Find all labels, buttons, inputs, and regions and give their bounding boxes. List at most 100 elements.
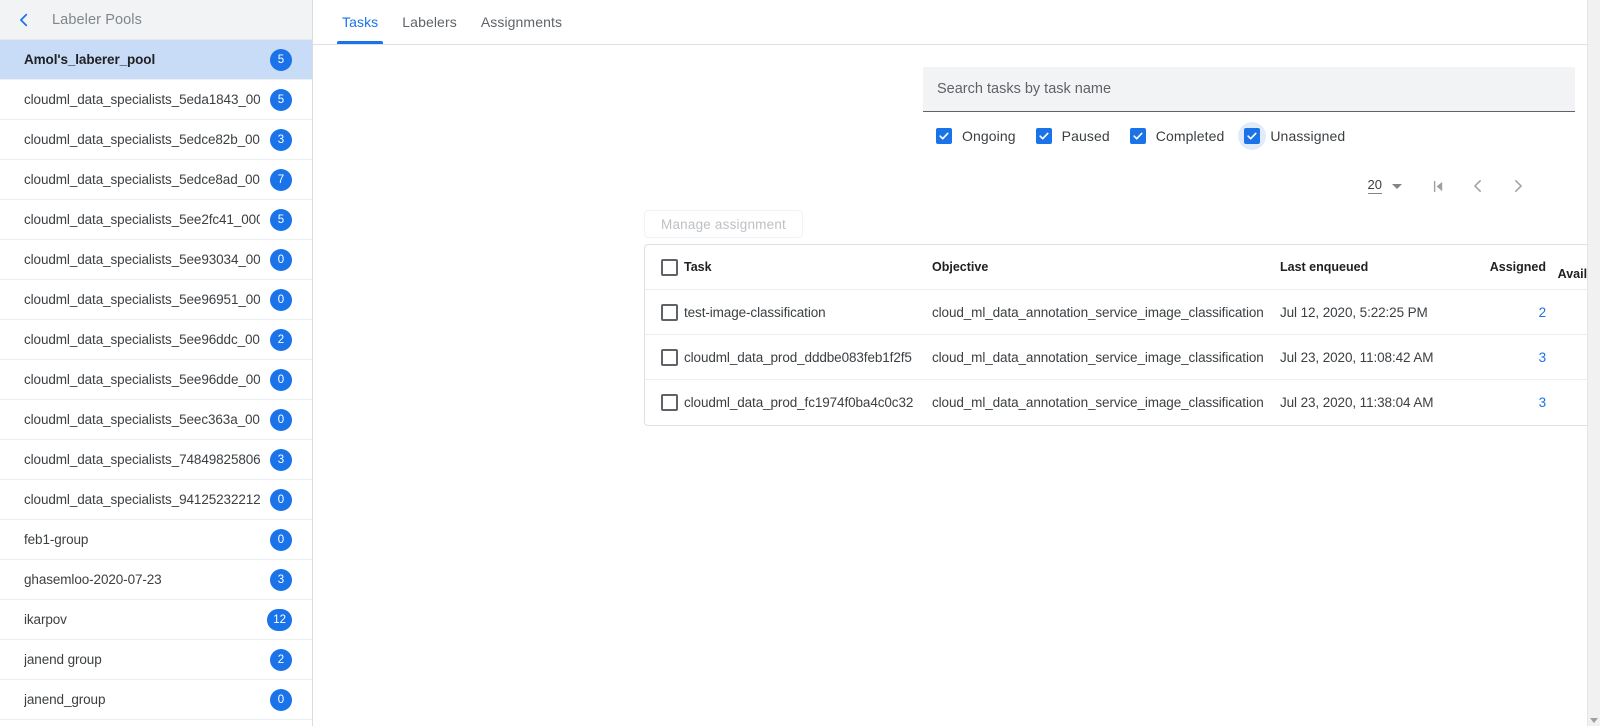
column-header-task[interactable]: Task [684,260,932,275]
sidebar-item-13[interactable]: ghasemloo-2020-07-233 [0,560,312,600]
sidebar-item-label: janend group [24,652,260,667]
sidebar-item-count-badge: 7 [270,169,292,191]
column-header-objective[interactable]: Objective [932,260,1280,275]
sidebar-item-8[interactable]: cloudml_data_specialists_5ee96dde_000...… [0,360,312,400]
page-size-selector[interactable]: 20 [1368,178,1402,194]
sidebar-item-label: ikarpov [24,612,257,627]
checkmark-icon[interactable] [1244,128,1260,144]
tab-label: Labelers [402,14,457,30]
sidebar-item-label: janend_group [24,692,260,707]
column-header-last-enqueued[interactable]: Last enqueued [1280,260,1466,275]
sidebar-item-9[interactable]: cloudml_data_specialists_5eec363a_000...… [0,400,312,440]
sidebar-item-count-badge: 0 [270,409,292,431]
sidebar-item-count-badge: 5 [270,209,292,231]
row-checkbox[interactable] [661,394,678,411]
page-size-value: 20 [1368,178,1382,194]
tasks-table: Task Objective Last enqueued Assigned Qu… [644,244,1600,426]
filter-label: Ongoing [962,128,1016,144]
table-header-row: Task Objective Last enqueued Assigned Qu… [645,245,1600,290]
sidebar-item-4[interactable]: cloudml_data_specialists_5ee2fc41_0000..… [0,200,312,240]
tab-tasks[interactable]: Tasks [330,0,390,44]
sidebar-item-6[interactable]: cloudml_data_specialists_5ee96951_000...… [0,280,312,320]
prev-page-icon[interactable] [1458,172,1498,200]
cell-last-enqueued: Jul 12, 2020, 5:22:25 PM [1280,305,1466,320]
labeler-pool-list[interactable]: Amol's_laberer_pool5cloudml_data_special… [0,40,312,726]
sidebar-item-5[interactable]: cloudml_data_specialists_5ee93034_000...… [0,240,312,280]
sidebar-item-11[interactable]: cloudml_data_specialists_941252322120...… [0,480,312,520]
filter-label: Paused [1062,128,1110,144]
table-row[interactable]: cloudml_data_prod_dddbe083feb1f2f5cloud_… [645,335,1600,380]
tab-labelers[interactable]: Labelers [390,0,469,44]
sidebar-header: Labeler Pools [0,0,312,40]
sidebar: Labeler Pools Amol's_laberer_pool5cloudm… [0,0,313,726]
cell-objective: cloud_ml_data_annotation_service_image_c… [932,350,1280,365]
filter-label: Completed [1156,128,1225,144]
cell-task: cloudml_data_prod_dddbe083feb1f2f5 [684,350,932,365]
cell-assigned-link[interactable]: 3 [1466,395,1546,410]
tab-label: Tasks [342,14,378,30]
sidebar-item-1[interactable]: cloudml_data_specialists_5eda1843_000...… [0,80,312,120]
column-header-assigned[interactable]: Assigned [1466,260,1546,275]
filter-checkbox-hit[interactable] [1124,122,1152,150]
scroll-down-icon[interactable] [1590,718,1598,723]
cell-objective: cloud_ml_data_annotation_service_image_c… [932,305,1280,320]
sidebar-item-2[interactable]: cloudml_data_specialists_5edce82b_000...… [0,120,312,160]
filter-checkbox-hit[interactable] [930,122,958,150]
sidebar-item-count-badge: 5 [270,89,292,111]
table-row[interactable]: cloudml_data_prod_fc1974f0ba4c0c32cloud_… [645,380,1600,425]
checkmark-icon[interactable] [1036,128,1052,144]
sidebar-item-count-badge: 2 [270,649,292,671]
filter-checkbox-hit[interactable] [1238,122,1266,150]
table-row[interactable]: test-image-classificationcloud_ml_data_a… [645,290,1600,335]
sidebar-item-count-badge: 2 [270,329,292,351]
row-checkbox[interactable] [661,304,678,321]
page-scrollbar[interactable] [1587,0,1600,726]
sidebar-item-15[interactable]: janend group 2 [0,640,312,680]
sidebar-item-label: cloudml_data_specialists_5ee96ddc_000... [24,332,260,347]
filter-checkbox-hit[interactable] [1030,122,1058,150]
sidebar-item-label: cloudml_data_specialists_5ee93034_000... [24,252,260,267]
table-body: test-image-classificationcloud_ml_data_a… [645,290,1600,425]
filter-ongoing[interactable]: Ongoing [930,122,1016,150]
sidebar-item-16[interactable]: janend_group 0 [0,680,312,720]
filter-completed[interactable]: Completed [1124,122,1225,150]
back-icon[interactable] [12,8,36,32]
sidebar-item-label: cloudml_data_specialists_5eda1843_000... [24,92,260,107]
sidebar-item-label: ghasemloo-2020-07-23 [24,572,260,587]
sidebar-item-7[interactable]: cloudml_data_specialists_5ee96ddc_000...… [0,320,312,360]
checkmark-icon[interactable] [936,128,952,144]
sidebar-item-label: Amol's_laberer_pool [24,52,260,67]
filter-unassigned[interactable]: Unassigned [1238,122,1345,150]
cell-assigned-link[interactable]: 2 [1466,305,1546,320]
search-input[interactable] [935,80,1563,98]
sidebar-item-0[interactable]: Amol's_laberer_pool 5 [0,40,312,80]
checkmark-icon[interactable] [1130,128,1146,144]
filter-paused[interactable]: Paused [1030,122,1110,150]
row-checkbox[interactable] [661,349,678,366]
tab-bar: Tasks Labelers Assignments [313,0,1600,45]
sidebar-item-label: cloudml_data_specialists_5eec363a_000... [24,412,260,427]
tab-assignments[interactable]: Assignments [469,0,574,44]
sidebar-item-count-badge: 12 [267,609,292,631]
first-page-icon[interactable] [1418,172,1458,200]
sidebar-item-3[interactable]: cloudml_data_specialists_5edce8ad_000...… [0,160,312,200]
sidebar-item-count-badge: 0 [270,689,292,711]
sidebar-item-label: cloudml_data_specialists_941252322120... [24,492,260,507]
sidebar-item-10[interactable]: cloudml_data_specialists_748498258068...… [0,440,312,480]
sidebar-item-label: cloudml_data_specialists_5ee96951_000... [24,292,260,307]
next-page-icon[interactable] [1498,172,1538,200]
tab-label: Assignments [481,14,562,30]
cell-last-enqueued: Jul 23, 2020, 11:08:42 AM [1280,350,1466,365]
sidebar-item-12[interactable]: feb1-group0 [0,520,312,560]
sidebar-item-count-badge: 5 [270,49,292,71]
chevron-down-icon [1392,184,1402,189]
sidebar-item-label: cloudml_data_specialists_5edce82b_000... [24,132,260,147]
sidebar-item-count-badge: 3 [270,129,292,151]
search-field[interactable] [923,67,1575,112]
cell-assigned-link[interactable]: 3 [1466,350,1546,365]
select-all-checkbox[interactable] [661,259,678,276]
sidebar-item-14[interactable]: ikarpov 12 [0,600,312,640]
filter-label: Unassigned [1270,128,1345,144]
sidebar-item-label: cloudml_data_specialists_5edce8ad_000... [24,172,260,187]
manage-assignment-button[interactable]: Manage assignment [644,210,803,238]
